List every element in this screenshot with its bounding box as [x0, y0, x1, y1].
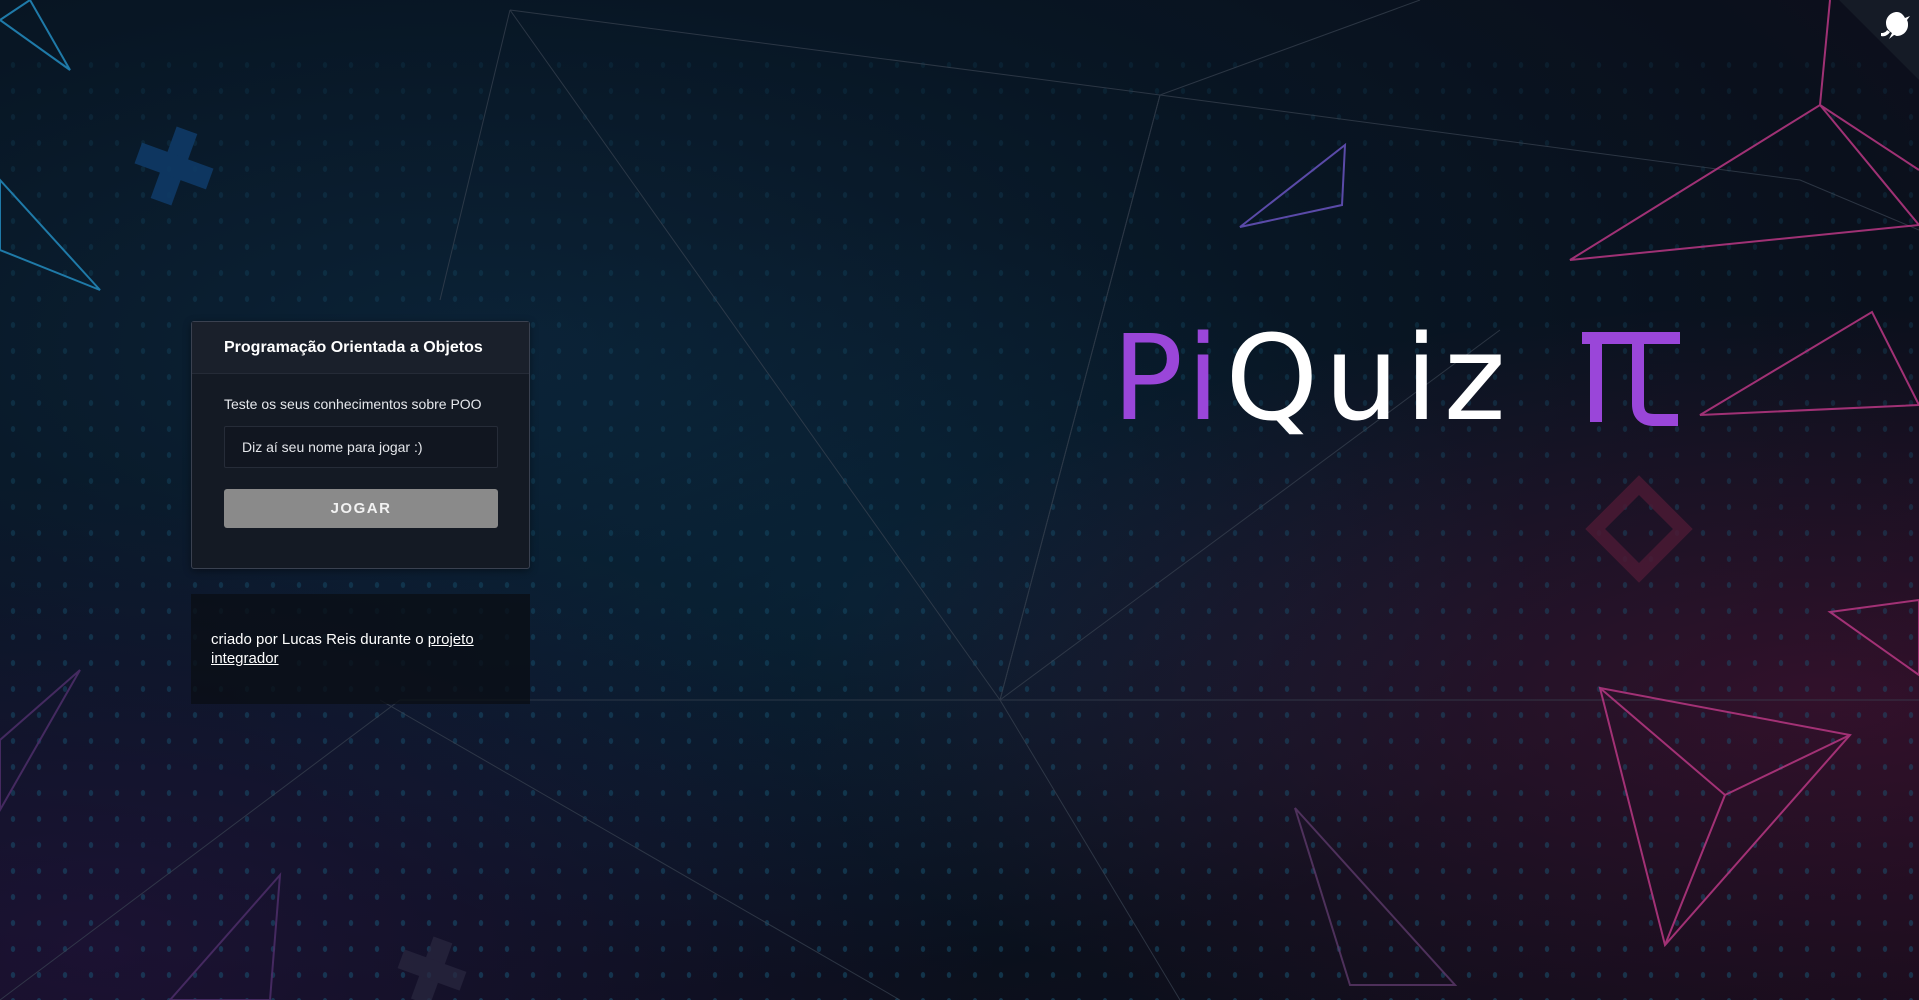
card-body: Teste os seus conhecimentos sobre POO JO… [192, 374, 529, 528]
piquiz-logo: Pi Quiz [1112, 308, 1682, 448]
player-name-input[interactable] [224, 426, 498, 468]
quiz-card: Programação Orientada a Objetos Teste os… [191, 321, 530, 569]
credit-text: criado por Lucas Reis durante o [211, 631, 428, 648]
logo-quiz-text: Quiz [1225, 309, 1512, 447]
card-header: Programação Orientada a Objetos [192, 322, 529, 374]
github-octocat-icon [1839, 0, 1919, 80]
github-corner[interactable] [1839, 0, 1919, 80]
pi-symbol-icon [1581, 332, 1680, 426]
card-title: Programação Orientada a Objetos [224, 338, 483, 356]
credit-box: criado por Lucas Reis durante o projeto … [191, 594, 530, 704]
card-subtitle: Teste os seus conhecimentos sobre POO [224, 396, 482, 412]
logo-pi-text: Pi [1112, 309, 1226, 447]
play-button[interactable]: JOGAR [224, 489, 498, 528]
